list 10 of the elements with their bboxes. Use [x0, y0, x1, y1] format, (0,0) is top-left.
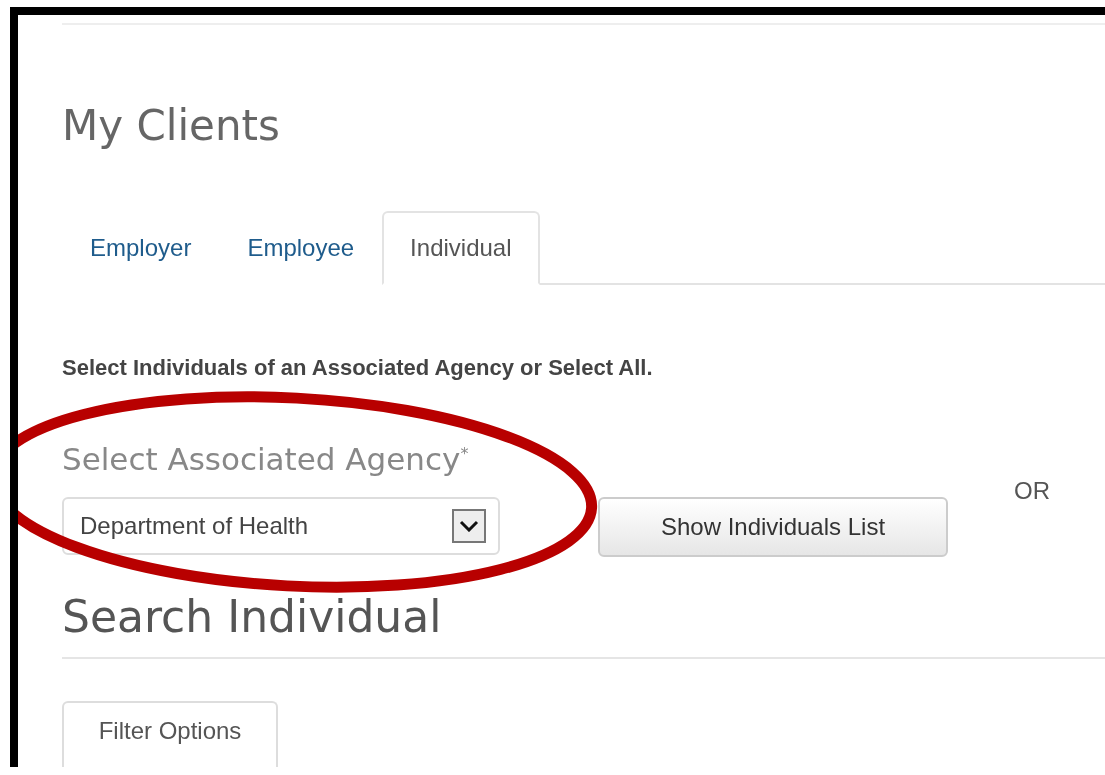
or-text: OR: [1014, 477, 1050, 505]
show-individuals-button[interactable]: Show Individuals List: [598, 497, 948, 557]
instruction-text: Select Individuals of an Associated Agency or Select All.: [62, 355, 653, 381]
field-label: Select Associated Agency$^{*}$: [62, 441, 469, 477]
filter-options-tab[interactable]: Filter Options: [62, 701, 278, 767]
tab[interactable]: Individual: [382, 211, 540, 285]
page-title: My Clients: [62, 101, 280, 151]
section-heading: Search Individual: [62, 591, 442, 643]
agency-select[interactable]: Department of Health: [62, 497, 500, 555]
chevron-down-icon: [452, 509, 486, 543]
